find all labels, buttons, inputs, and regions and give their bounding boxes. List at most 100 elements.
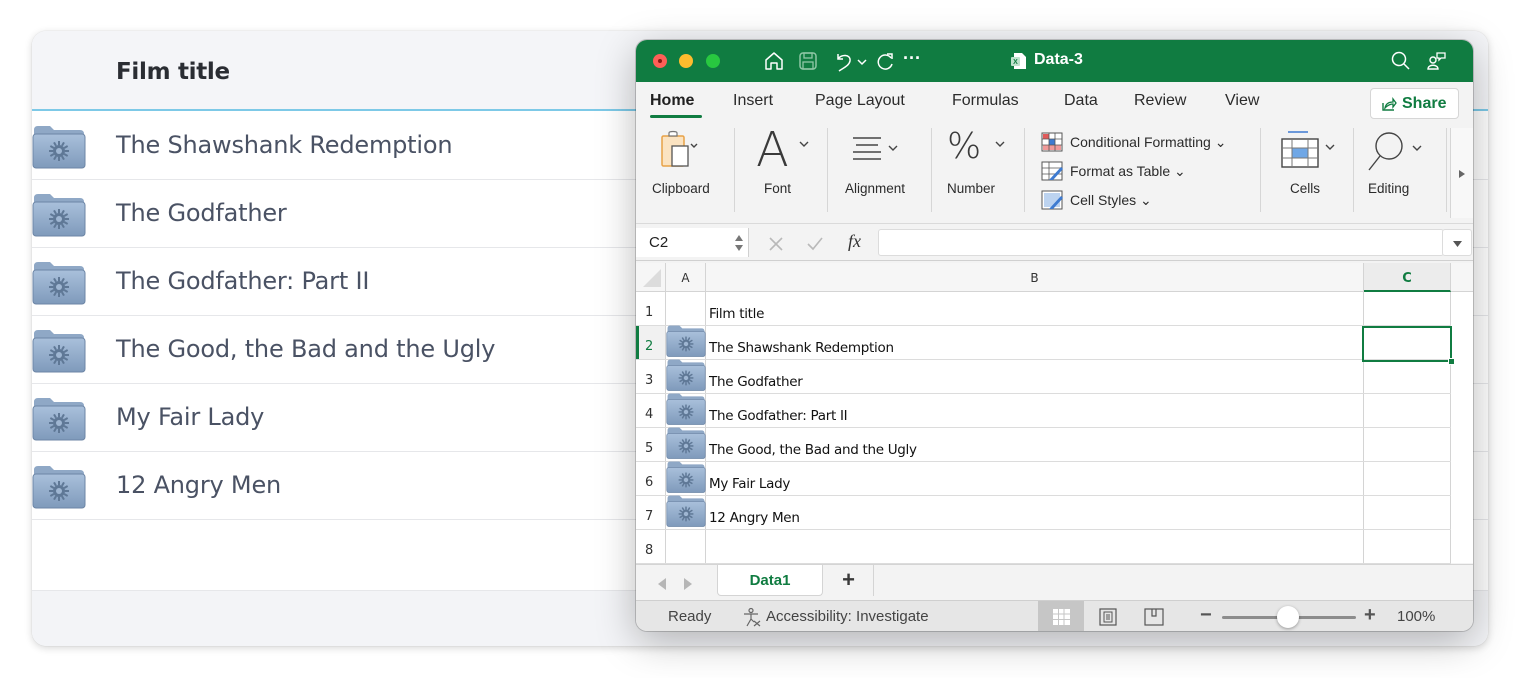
confirm-formula-icon[interactable] <box>806 236 824 252</box>
cell-d[interactable] <box>1451 496 1473 529</box>
column-header-film-title[interactable]: Film title <box>116 59 230 85</box>
tab-view[interactable]: View <box>1225 92 1259 110</box>
row-header[interactable]: 6 <box>636 462 666 495</box>
insert-function-button[interactable]: fx <box>848 231 861 252</box>
minimize-window-button[interactable] <box>679 54 693 68</box>
accessibility-status[interactable]: Accessibility: Investigate <box>766 608 929 625</box>
add-sheet-button[interactable]: + <box>824 565 874 596</box>
fill-handle[interactable] <box>1448 358 1455 365</box>
next-sheet-arrow-icon[interactable] <box>684 578 692 590</box>
cell-c[interactable] <box>1364 394 1451 427</box>
tab-review[interactable]: Review <box>1134 92 1186 110</box>
ribbon-expand-button[interactable] <box>1450 128 1473 218</box>
name-box[interactable]: C2 <box>636 228 749 257</box>
cell-c[interactable] <box>1364 496 1451 529</box>
tab-formulas[interactable]: Formulas <box>952 92 1019 110</box>
zoom-out-button[interactable]: − <box>1200 604 1212 627</box>
row-header[interactable]: 8 <box>636 530 666 563</box>
alignment-group[interactable]: Alignment <box>829 124 929 216</box>
save-icon[interactable] <box>797 50 819 72</box>
cell-d[interactable] <box>1451 428 1473 461</box>
cell-c[interactable] <box>1364 462 1451 495</box>
close-window-button[interactable] <box>653 54 667 68</box>
selected-cell-c2[interactable] <box>1362 326 1455 365</box>
conditional-formatting-button[interactable]: Conditional Formatting ⌄ <box>1041 132 1226 154</box>
row-header[interactable]: 1 <box>636 292 666 325</box>
spreadsheet-grid[interactable]: A B C 1 Film title 2 The Shawshank Redem… <box>636 263 1473 564</box>
column-header-b[interactable]: B <box>706 263 1364 292</box>
clipboard-label: Clipboard <box>652 181 710 196</box>
row-header[interactable]: 5 <box>636 428 666 461</box>
cell-b[interactable]: The Good, the Bad and the Ugly <box>706 428 1364 461</box>
cell-c[interactable] <box>1364 530 1451 563</box>
cell-styles-button[interactable]: Cell Styles ⌄ <box>1041 190 1152 212</box>
select-all-button[interactable] <box>636 263 666 292</box>
cell-b[interactable]: 12 Angry Men <box>706 496 1364 529</box>
zoom-slider-thumb[interactable] <box>1277 606 1299 628</box>
normal-view-button[interactable] <box>1038 601 1084 631</box>
format-as-table-button[interactable]: Format as Table ⌄ <box>1041 161 1186 183</box>
previous-sheet-arrow-icon[interactable] <box>658 578 666 590</box>
collaborate-icon[interactable] <box>1426 50 1448 72</box>
column-header-d[interactable] <box>1451 263 1473 292</box>
film-title-cell: 12 Angry Men <box>116 471 282 499</box>
name-box-stepper-icon[interactable] <box>734 233 744 253</box>
cell-c[interactable] <box>1364 360 1451 393</box>
sheet-tab-data1[interactable]: Data1 <box>717 565 823 596</box>
tab-home[interactable]: Home <box>650 92 694 110</box>
cell-c[interactable] <box>1364 428 1451 461</box>
number-group[interactable]: % Number <box>933 124 1023 216</box>
editing-group[interactable]: Editing <box>1355 124 1447 216</box>
active-tab-indicator <box>650 115 702 118</box>
cell-a[interactable] <box>666 530 706 563</box>
film-title-cell: The Godfather <box>116 199 287 227</box>
folder-gear-icon <box>32 330 86 373</box>
clipboard-group[interactable]: Clipboard <box>636 124 731 216</box>
cell-a[interactable] <box>666 292 706 325</box>
home-icon[interactable] <box>763 50 785 72</box>
cell-b[interactable]: The Godfather: Part II <box>706 394 1364 427</box>
page-layout-view-button[interactable] <box>1084 601 1130 631</box>
font-group[interactable]: A Font <box>736 122 824 216</box>
row-header[interactable]: 4 <box>636 394 666 427</box>
row-header[interactable]: 3 <box>636 360 666 393</box>
title-bar: ··· X Data-3 <box>636 40 1473 82</box>
column-header-c[interactable]: C <box>1364 263 1451 292</box>
formula-input[interactable] <box>878 229 1444 256</box>
tab-page-layout[interactable]: Page Layout <box>815 92 905 110</box>
undo-icon[interactable] <box>833 50 855 72</box>
film-title-cell: The Good, the Bad and the Ugly <box>116 335 496 363</box>
cell-d[interactable] <box>1451 394 1473 427</box>
cell-b[interactable]: The Shawshank Redemption <box>706 326 1364 359</box>
tab-insert[interactable]: Insert <box>733 92 773 110</box>
formula-expand-button[interactable] <box>1442 229 1472 256</box>
cell-d[interactable] <box>1451 326 1473 359</box>
more-icon[interactable]: ··· <box>903 48 933 70</box>
cell-d[interactable] <box>1451 530 1473 563</box>
cell-b[interactable]: My Fair Lady <box>706 462 1364 495</box>
row-header[interactable]: 2 <box>636 326 666 359</box>
zoom-level[interactable]: 100% <box>1397 608 1435 625</box>
undo-dropdown-chevron-icon[interactable] <box>855 50 869 72</box>
zoom-in-button[interactable]: + <box>1364 604 1376 627</box>
accessibility-icon[interactable] <box>742 607 762 627</box>
tab-data[interactable]: Data <box>1064 92 1098 110</box>
cell-c[interactable] <box>1364 292 1451 325</box>
cell-b[interactable] <box>706 530 1364 563</box>
cell-b[interactable]: Film title <box>706 292 1364 325</box>
share-button[interactable]: Share <box>1370 88 1459 119</box>
search-icon[interactable] <box>1390 50 1412 72</box>
page-break-view-button[interactable] <box>1130 601 1176 631</box>
redo-icon[interactable] <box>874 50 896 72</box>
cell-styles-label: Cell Styles <box>1070 192 1137 208</box>
row-header[interactable]: 7 <box>636 496 666 529</box>
cells-group[interactable]: Cells <box>1262 124 1352 216</box>
spreadsheet-row: 2 The Shawshank Redemption <box>636 325 1451 360</box>
column-header-a[interactable]: A <box>666 263 706 292</box>
film-title-cell: The Godfather: Part II <box>116 267 370 295</box>
cell-b[interactable]: The Godfather <box>706 360 1364 393</box>
maximize-window-button[interactable] <box>706 54 720 68</box>
cancel-formula-icon[interactable] <box>768 236 784 252</box>
cell-d[interactable] <box>1451 462 1473 495</box>
cell-d[interactable] <box>1451 292 1473 325</box>
